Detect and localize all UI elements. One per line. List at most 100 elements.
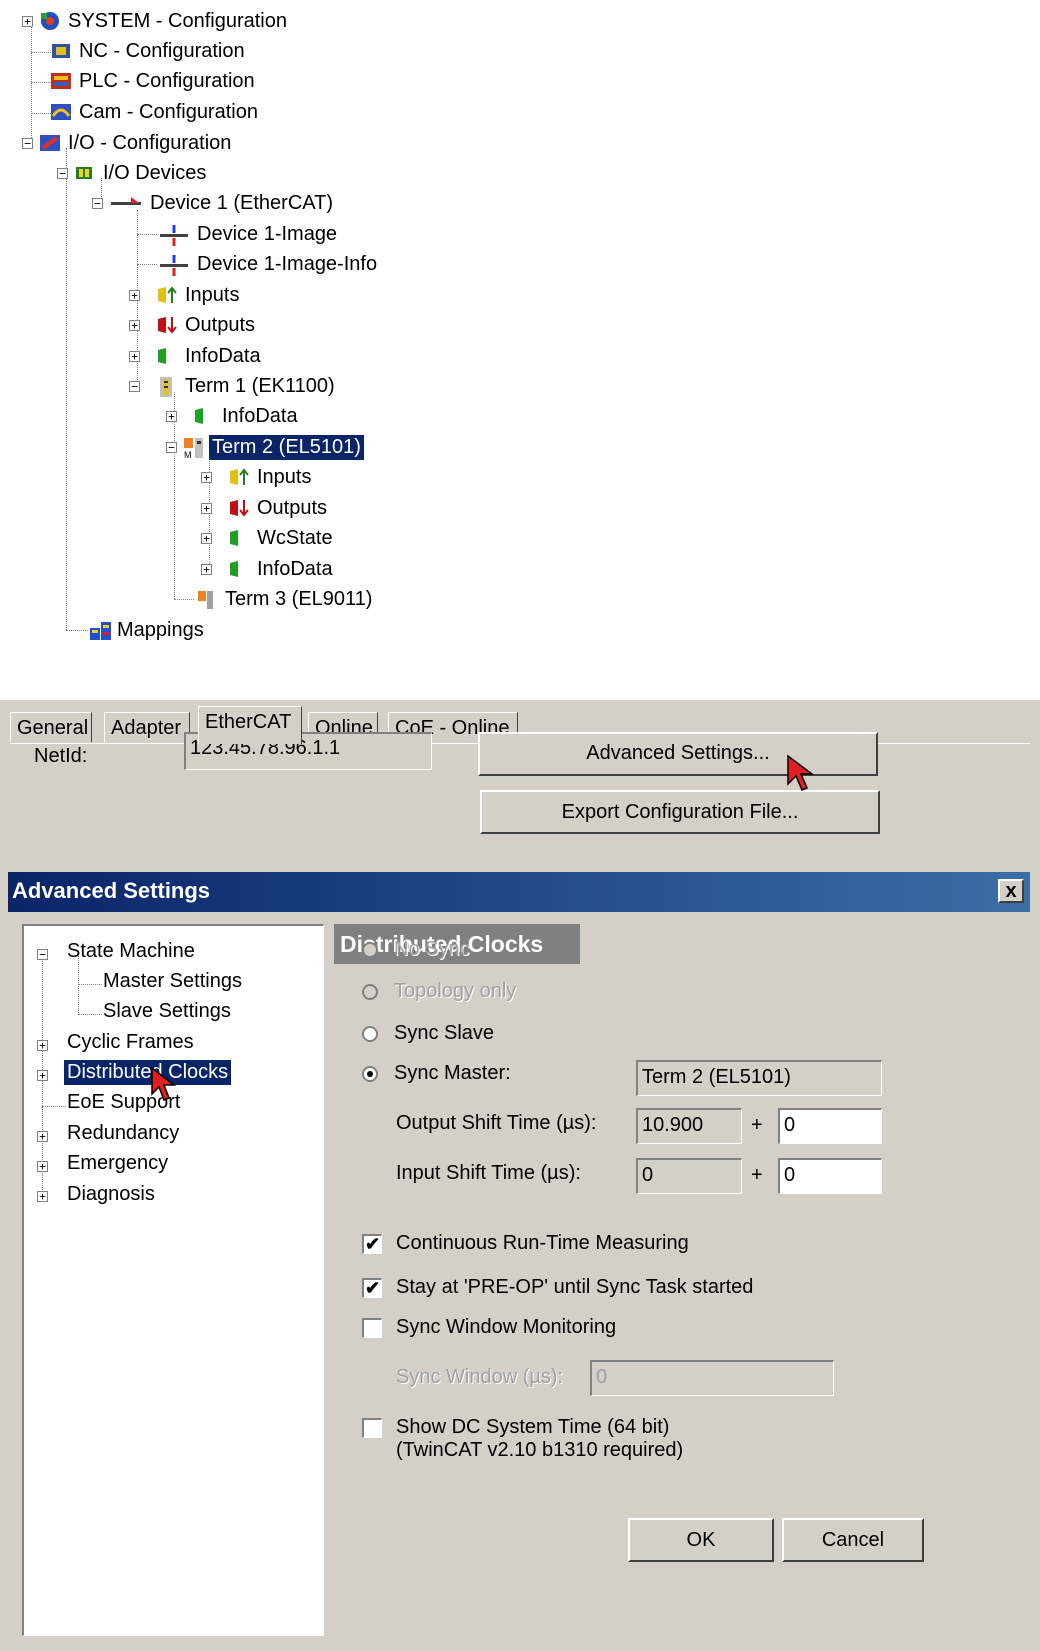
tab-ethercat[interactable]: EtherCAT (198, 706, 302, 744)
nc-config-icon (50, 41, 72, 61)
checkbox-checked-icon: ✔ (362, 1233, 382, 1254)
tree-node-device1[interactable]: − Device 1 (EtherCAT) (92, 188, 336, 218)
collapse-icon[interactable]: − (166, 441, 177, 453)
expand-icon[interactable]: + (201, 471, 212, 483)
expand-icon[interactable]: + (129, 350, 140, 362)
collapse-icon[interactable]: − (129, 380, 140, 392)
tree-node-inputs[interactable]: + Inputs (129, 280, 242, 310)
checkbox-stay-preop[interactable]: ✔ Stay at 'PRE-OP' until Sync Task start… (362, 1276, 753, 1299)
radio-sync-slave[interactable]: Sync Slave (362, 1022, 494, 1045)
sync-master-field[interactable]: Term 2 (EL5101) (636, 1060, 882, 1096)
expand-icon[interactable]: + (129, 289, 140, 301)
tab-general[interactable]: General (10, 712, 92, 742)
expand-icon[interactable]: + (37, 1040, 48, 1051)
collapse-icon[interactable]: − (92, 197, 103, 209)
tree-node-system[interactable]: + SYSTEM - Configuration (22, 6, 290, 36)
tree-node-io[interactable]: − I/O - Configuration (22, 128, 234, 158)
tree-item-state-machine[interactable]: State Machine (64, 939, 198, 964)
tree-item-distributed-clocks[interactable]: Distributed Clocks (64, 1060, 232, 1085)
export-configuration-button[interactable]: Export Configuration File... (480, 790, 880, 834)
tree-node-label: InfoData (222, 404, 298, 427)
outputs-icon (156, 315, 178, 335)
mouse-cursor-icon (151, 1066, 177, 1101)
checkbox-label-line1: Show DC System Time (64 bit) (396, 1416, 670, 1438)
tree-node-term2[interactable]: − M Term 2 (EL5101) (166, 432, 364, 462)
tree-item-slave-settings[interactable]: Slave Settings (100, 999, 234, 1024)
tree-item-diagnosis[interactable]: Diagnosis (64, 1182, 158, 1207)
expand-icon[interactable]: + (22, 15, 33, 27)
tree-node-plc[interactable]: PLC - Configuration (50, 66, 258, 96)
cam-config-icon (50, 102, 72, 122)
tree-node-term3[interactable]: Term 3 (EL9011) (196, 584, 375, 614)
input-shift-field[interactable]: 0 (636, 1158, 742, 1194)
tree-node-cam[interactable]: Cam - Configuration (50, 97, 261, 127)
plc-config-icon (50, 71, 72, 91)
mappings-icon (88, 620, 111, 640)
terminal-el5101-icon: M (183, 437, 205, 460)
infodata-icon (228, 559, 250, 579)
system-config-icon (39, 11, 61, 31)
radio-sync-master[interactable]: Sync Master: (362, 1062, 511, 1085)
dialog-titlebar[interactable]: Advanced Settings x (8, 872, 1030, 912)
output-shift-field[interactable]: 10.900 (636, 1108, 742, 1144)
tree-node-term1-infodata[interactable]: + InfoData (166, 401, 301, 431)
expand-icon[interactable]: + (37, 1070, 48, 1081)
expand-icon[interactable]: + (37, 1131, 48, 1142)
cancel-button[interactable]: Cancel (782, 1518, 924, 1562)
tree-item-master-settings[interactable]: Master Settings (100, 969, 245, 994)
checkbox-unchecked-icon (362, 1317, 382, 1338)
expand-icon[interactable]: + (201, 532, 212, 544)
image-icon (158, 224, 190, 246)
tree-item-cyclic-frames[interactable]: Cyclic Frames (64, 1030, 197, 1055)
expand-icon[interactable]: + (166, 410, 177, 422)
sync-window-label: Sync Window (µs): (396, 1366, 564, 1388)
tree-node-label: Inputs (185, 283, 240, 306)
radio-no-sync[interactable]: No Sync (362, 938, 470, 961)
tree-node-label: Term 2 (EL5101) (209, 434, 364, 460)
tree-node-infodata[interactable]: + InfoData (129, 341, 264, 371)
checkbox-label: Stay at 'PRE-OP' until Sync Task started (396, 1276, 754, 1298)
expand-icon[interactable]: + (37, 1191, 48, 1202)
infodata-icon (193, 406, 215, 426)
tab-adapter[interactable]: Adapter (104, 712, 190, 742)
tree-node-outputs[interactable]: + Outputs (129, 310, 258, 340)
tree-node-label: InfoData (185, 344, 261, 367)
ethercat-properties-panel: General Adapter EtherCAT Online CoE - On… (0, 700, 1040, 875)
input-shift-add-field[interactable]: 0 (778, 1158, 882, 1194)
output-shift-label: Output Shift Time (µs): (396, 1112, 597, 1134)
close-icon[interactable]: x (998, 879, 1024, 903)
checkbox-unchecked-icon (362, 1418, 382, 1438)
checkbox-sync-window-monitoring[interactable]: Sync Window Monitoring (362, 1316, 616, 1339)
collapse-icon[interactable]: − (57, 167, 68, 179)
tree-node-device1-image-info[interactable]: Device 1-Image-Info (158, 249, 380, 279)
tree-node-term2-wcstate[interactable]: + WcState (201, 523, 336, 553)
expand-icon[interactable]: + (37, 1161, 48, 1172)
tree-node-device1-image[interactable]: Device 1-Image (158, 219, 340, 249)
tree-node-term2-inputs[interactable]: + Inputs (201, 462, 314, 492)
tree-node-mappings[interactable]: Mappings (88, 615, 207, 645)
tree-node-term2-infodata[interactable]: + InfoData (201, 554, 336, 584)
tree-node-term1[interactable]: − Term 1 (EK1100) (129, 371, 338, 401)
expand-icon[interactable]: + (129, 319, 140, 331)
tree-node-nc[interactable]: NC - Configuration (50, 36, 248, 66)
checkbox-show-dc-time[interactable]: Show DC System Time (64 bit) (TwinCAT v2… (362, 1416, 683, 1462)
tree-node-label: Device 1 (EtherCAT) (150, 191, 334, 214)
tree-node-label: Inputs (257, 465, 312, 488)
radio-topology-only[interactable]: Topology only (362, 980, 516, 1003)
output-shift-add-field[interactable]: 0 (778, 1108, 882, 1144)
tree-node-label: PLC - Configuration (79, 69, 255, 92)
input-shift-label: Input Shift Time (µs): (396, 1162, 581, 1184)
tree-item-redundancy[interactable]: Redundancy (64, 1121, 182, 1146)
sync-window-field[interactable]: 0 (590, 1360, 834, 1396)
expand-icon[interactable]: + (201, 563, 212, 575)
collapse-icon[interactable]: − (22, 137, 33, 149)
expand-icon[interactable]: + (201, 502, 212, 514)
tree-node-io-devices[interactable]: − I/O Devices (57, 158, 209, 188)
tree-item-emergency[interactable]: Emergency (64, 1151, 171, 1176)
radio-icon (362, 1025, 378, 1042)
checkbox-continuous-runtime[interactable]: ✔ Continuous Run-Time Measuring (362, 1232, 689, 1255)
radio-icon (362, 1065, 378, 1082)
tree-node-term2-outputs[interactable]: + Outputs (201, 493, 330, 523)
collapse-icon[interactable]: − (37, 949, 48, 960)
ok-button[interactable]: OK (628, 1518, 774, 1562)
